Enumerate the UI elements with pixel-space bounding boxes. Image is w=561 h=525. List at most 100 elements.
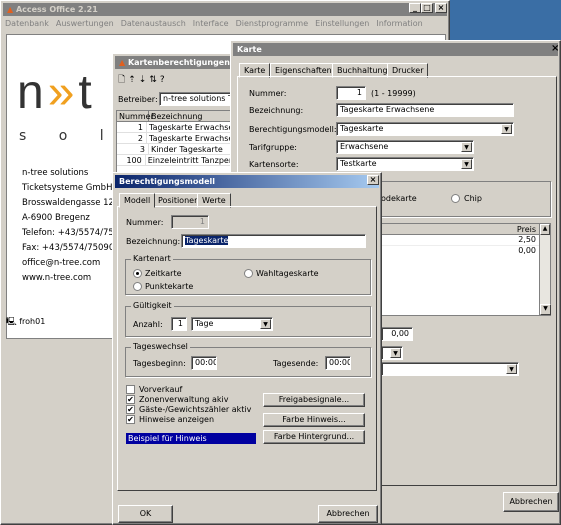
- kartensorte-value: Testkarte: [340, 159, 377, 168]
- tagesende-field[interactable]: 00:00: [325, 356, 351, 370]
- preis-header: Preis: [372, 224, 550, 235]
- tarifgruppe-value: Erwachsene: [340, 142, 389, 151]
- nummer-field[interactable]: 1: [336, 86, 366, 100]
- einheit-value: Tage: [195, 319, 214, 328]
- column-nummer[interactable]: Nummer: [117, 111, 154, 121]
- checkbox[interactable]: ✔: [126, 395, 135, 404]
- dialog-bez-field[interactable]: Tageskarte: [181, 234, 366, 248]
- preis-column[interactable]: Preis: [517, 225, 536, 234]
- row-bezeichnung: Einzeleintritt Tanzperfor: [147, 156, 232, 165]
- zeitkarte-radio[interactable]: [133, 269, 142, 278]
- wahltageskarte-radio[interactable]: [244, 269, 253, 278]
- dialog-bez-value: Tageskarte: [185, 236, 229, 245]
- nummer-label: Nummer:: [249, 89, 287, 98]
- kartenber-titlebar: ▲ Kartenberechtigungen: [115, 56, 231, 69]
- checkbox[interactable]: ✔: [126, 415, 135, 424]
- karte-abbrechen-button[interactable]: Abbrechen: [503, 492, 559, 512]
- farbe-hinweis-button[interactable]: Farbe Hinweis...: [263, 413, 365, 427]
- close-button[interactable]: ×: [435, 3, 447, 13]
- karte-select-1[interactable]: ▼: [381, 346, 403, 360]
- einheit-select[interactable]: Tage ▼: [191, 317, 273, 331]
- ok-button[interactable]: OK: [118, 505, 173, 523]
- gueltigkeit-label: Gültigkeit: [131, 301, 174, 310]
- row-nummer: 2: [117, 133, 148, 143]
- preis-row: 2,50: [372, 235, 550, 246]
- tarifgruppe-select[interactable]: Erwachsene ▼: [336, 140, 474, 154]
- betrag-field[interactable]: 0,00: [381, 327, 413, 341]
- row-bezeichnung: Kinder Tageskarte: [151, 145, 223, 154]
- dialog-nummer-field: 1: [171, 215, 209, 229]
- column-bezeichnung[interactable]: Bezeichnung: [149, 111, 203, 121]
- sort-desc-icon[interactable]: ⇣: [139, 75, 150, 85]
- menu-datenbank[interactable]: Datenbank: [5, 19, 49, 28]
- menu-information[interactable]: Information: [376, 19, 422, 28]
- table-row[interactable]: 100Einzeleintritt Tanzperfor: [117, 155, 232, 166]
- scroll-down-icon[interactable]: ▼: [540, 304, 551, 315]
- row-nummer: 1: [117, 122, 148, 132]
- dialog-abbrechen-button[interactable]: Abbrechen: [318, 505, 378, 523]
- freigabesignale-button[interactable]: Freigabesignale...: [263, 393, 365, 407]
- farbe-hintergrund-button[interactable]: Farbe Hintergrund...: [263, 430, 365, 444]
- karte-close-icon[interactable]: ×: [551, 43, 559, 54]
- betreiber-field[interactable]: n-tree solutions Ticke: [159, 92, 233, 106]
- preis-scrollbar[interactable]: ▲ ▼: [539, 224, 551, 315]
- nummer-range: (1 - 19999): [371, 89, 416, 98]
- kartensorte-select[interactable]: Testkarte ▼: [336, 157, 474, 171]
- tagesbeginn-field[interactable]: 00:00: [191, 356, 217, 370]
- scroll-up-icon[interactable]: ▲: [540, 224, 550, 235]
- bezeichnung-field[interactable]: Tageskarte Erwachsene: [336, 103, 514, 117]
- app-title: Access Office 2.21: [15, 5, 98, 14]
- karte-titlebar: Karte: [233, 43, 558, 56]
- chevron-down-icon[interactable]: ▼: [390, 348, 401, 358]
- dialog-close-button[interactable]: ×: [367, 175, 379, 185]
- table-row[interactable]: 3 Kinder Tageskarte: [117, 144, 232, 155]
- chevron-down-icon[interactable]: ▼: [461, 142, 472, 152]
- checkbox[interactable]: [126, 385, 135, 394]
- menu-dienstprogramme[interactable]: Dienstprogramme: [236, 19, 309, 28]
- table-row[interactable]: 1 Tageskarte Erwachsen: [117, 122, 232, 133]
- menu-bar: Datenbank Auswertungen Datenaustausch Inter…: [5, 19, 430, 28]
- sort-asc-icon[interactable]: ⇡: [128, 75, 139, 85]
- checkbox-label: Vorverkauf: [139, 385, 183, 394]
- chip-radio[interactable]: [451, 194, 460, 203]
- dialog-bez-label: Bezeichnung:: [126, 237, 181, 246]
- tagesende-label: Tagesende:: [273, 359, 319, 368]
- row-bezeichnung: Tageskarte Erwachsen: [149, 123, 232, 132]
- menu-interface[interactable]: Interface: [193, 19, 229, 28]
- preis-value[interactable]: 2,50: [518, 235, 536, 244]
- preis-row: 0,00: [372, 246, 550, 256]
- filter-icon[interactable]: ⇅: [149, 75, 160, 85]
- kartenart-label: Kartenart: [131, 254, 173, 263]
- maximize-button[interactable]: □: [421, 3, 433, 13]
- new-record-icon[interactable]: 🗋: [118, 75, 128, 85]
- preis-value[interactable]: 0,00: [518, 246, 536, 255]
- berechtigungsmodell-select[interactable]: Tageskarte ▼: [336, 122, 514, 136]
- status-bar: 🖳 froh01: [6, 315, 111, 329]
- checkbox[interactable]: ✔: [126, 405, 135, 414]
- main-titlebar: ▲ Access Office 2.21: [3, 3, 447, 16]
- logo-letter-t: t: [78, 66, 96, 119]
- table-header: Nummer Bezeichnung: [117, 111, 232, 122]
- zeitkarte-label: Zeitkarte: [145, 269, 182, 278]
- checkbox-label: Gäste-/Gewichtszähler aktiv: [139, 405, 252, 414]
- punktekarte-radio[interactable]: [133, 282, 142, 291]
- checkbox-label: Zonenverwaltung akiv: [139, 395, 229, 404]
- help-icon[interactable]: ?: [160, 75, 168, 85]
- table-row[interactable]: 2 Tageskarte Erwachsen: [117, 133, 232, 144]
- betreiber-label: Betreiber:: [118, 95, 158, 104]
- minimize-button[interactable]: _: [409, 3, 421, 13]
- chevron-down-icon[interactable]: ▼: [501, 124, 512, 134]
- menu-datenaustausch[interactable]: Datenaustausch: [121, 19, 186, 28]
- logo-arrow-icon: »: [47, 66, 79, 119]
- radio-label-left: odekarte: [381, 194, 417, 203]
- menu-einstellungen[interactable]: Einstellungen: [315, 19, 369, 28]
- karte-select-2[interactable]: ▼: [381, 362, 519, 376]
- chevron-down-icon[interactable]: ▼: [260, 319, 271, 329]
- anzahl-field[interactable]: 1: [171, 317, 187, 331]
- kartensorte-label: Kartensorte:: [249, 160, 299, 169]
- kartenber-title: Kartenberechtigungen: [127, 58, 230, 67]
- chevron-down-icon[interactable]: ▼: [506, 364, 517, 374]
- chevron-down-icon[interactable]: ▼: [461, 159, 472, 169]
- menu-auswertungen[interactable]: Auswertungen: [56, 19, 114, 28]
- tab-modell[interactable]: Modell: [119, 193, 156, 208]
